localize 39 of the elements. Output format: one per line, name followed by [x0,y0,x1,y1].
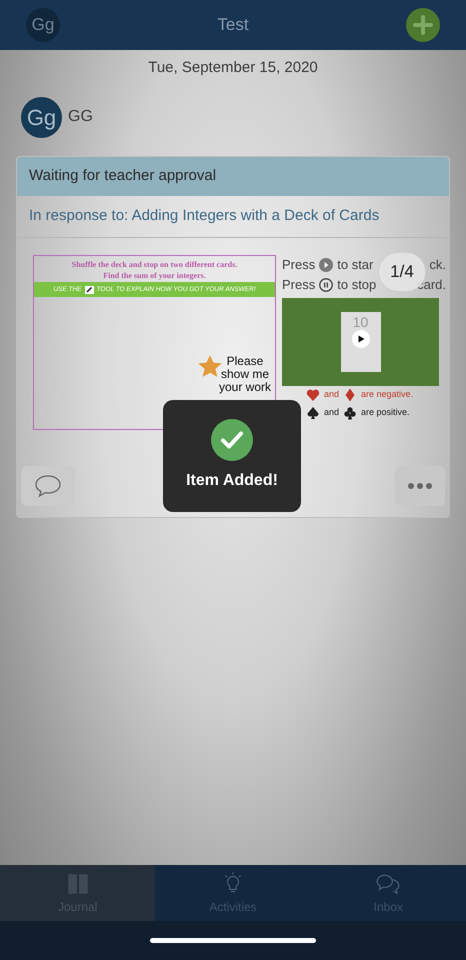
approval-status: Waiting for teacher approval [17,157,449,196]
pause-icon [319,278,334,292]
plus-icon [412,14,434,36]
video-player[interactable]: 10 [282,298,439,386]
instruction-text: ck. [429,256,446,274]
worksheet-subheading: Find the sum of your integers. [103,270,206,281]
play-icon [352,330,370,348]
speech-bubble-icon [34,474,62,498]
pen-icon [84,286,94,294]
more-button[interactable] [395,466,445,506]
note-text: your work [218,381,271,394]
profile-avatar[interactable]: Gg [26,8,60,42]
club-icon [343,406,358,420]
author-avatar: Gg [21,96,62,138]
page-title: Test [216,14,250,36]
more-icon [407,482,433,490]
comment-button[interactable] [21,466,75,506]
star-icon [197,354,223,380]
author-name: GG [68,107,93,127]
instruction-text: Press [282,256,316,274]
play-icon [319,258,334,272]
instruction-text: to stop [337,276,376,294]
note-text: show me [220,368,270,381]
check-icon [211,419,253,461]
worksheet-heading: Shuffle the deck and stop on two different cards. [72,259,238,270]
instruction-text: to star [337,256,374,274]
legend-text: are positive. [361,406,410,420]
instruction-text: Press [282,276,316,294]
toast-message: Item Added! [186,471,278,491]
activity-link[interactable]: In response to: Adding Integers with a Deck of Cards [29,205,380,228]
entry-date: Tue, September 15, 2020 [148,58,318,78]
legend-text: and [324,406,340,420]
instruction-text: card. [417,276,446,294]
card-value: 10 [352,314,368,330]
legend-text: are negative. [361,388,414,402]
diamond-icon [343,388,358,402]
add-button[interactable] [406,8,440,42]
legend-text: and [324,388,340,402]
note-text: Please [226,355,264,368]
